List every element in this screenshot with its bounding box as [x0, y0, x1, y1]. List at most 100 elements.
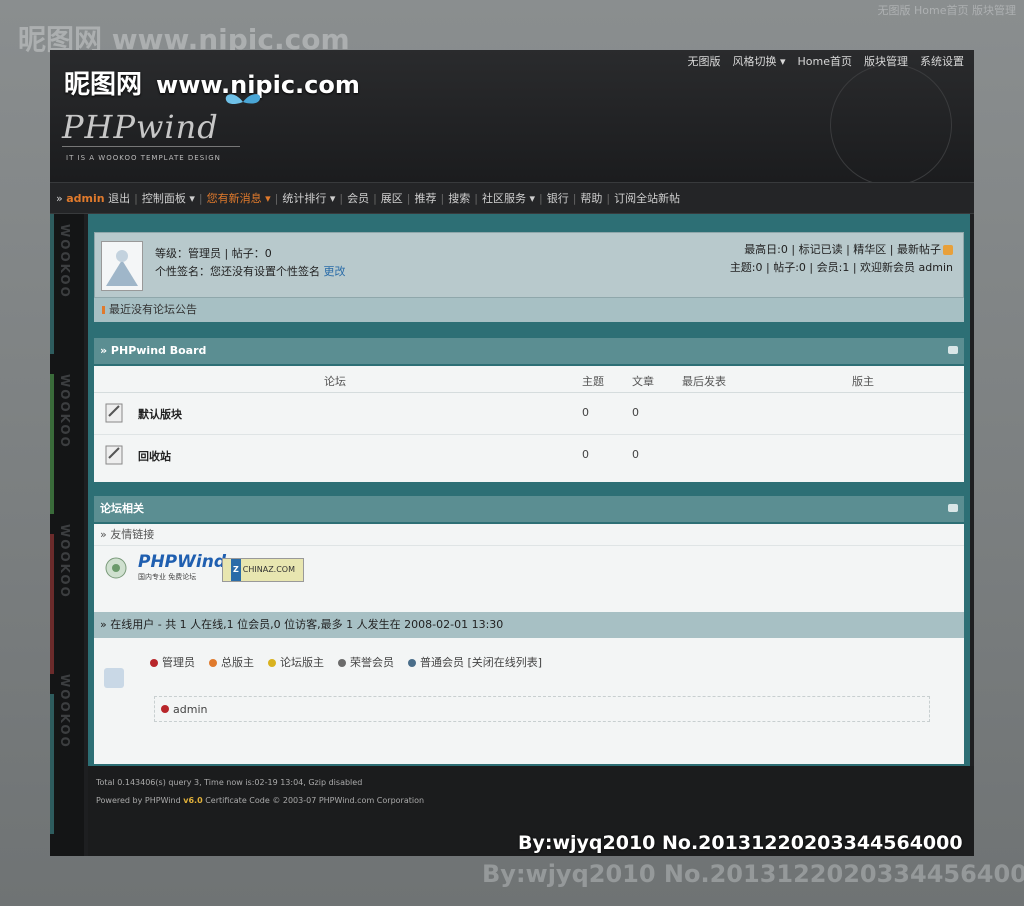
collapse-icon[interactable]	[948, 504, 958, 512]
friend-links: PHPWind 国内专业 免费论坛 Z CHINAZ.COM	[94, 546, 964, 590]
forum-window: 昵图网 www.nipic.com PHPwind IT IS A WOOKOO …	[50, 50, 974, 856]
col-moderator: 版主	[852, 375, 874, 388]
footer-powered-by: Powered by PHPWind v6.0 Certificate Code…	[96, 796, 425, 805]
nav-members[interactable]: 会员	[347, 190, 369, 206]
nav-bank[interactable]: 银行	[547, 190, 569, 206]
sidebar-brand-text: WOOKOO	[58, 524, 72, 599]
top-nav-style-switch[interactable]: 风格切换 ▾	[732, 53, 785, 69]
forum-topic-count: 0	[582, 406, 589, 419]
top-nav-text-mode[interactable]: 无图版	[687, 53, 720, 69]
online-user-list: admin	[154, 696, 930, 722]
nav-subscribe[interactable]: 订阅全站新帖	[614, 190, 680, 206]
background-credit-ghost: By:wjyq2010 No.20131220203344564000	[482, 860, 1024, 888]
col-topics: 主题	[582, 375, 604, 388]
online-users-icon	[104, 668, 124, 688]
links-icon	[105, 557, 127, 579]
sidebar-brand-text: WOOKOO	[58, 674, 72, 749]
phpwind-logo: PHPwind	[62, 108, 219, 146]
sidebar-brand-text: WOOKOO	[58, 374, 72, 449]
phpwind-link-logo[interactable]: PHPWind 国内专业 免费论坛	[138, 552, 226, 582]
forum-topic-count: 0	[582, 448, 589, 461]
legend-regular-member[interactable]: 普通会员 [关闭在线列表]	[408, 654, 542, 670]
forum-stats-line2: 主题:0 | 帖子:0 | 会员:1 | 欢迎新会员 admin	[729, 261, 953, 274]
admin-badge-icon	[161, 705, 169, 713]
table-row: 默认版块 0 0	[94, 394, 964, 435]
announcement-bar: 最近没有论坛公告	[94, 298, 964, 322]
forum-related-panel: » 友情链接 PHPWind 国内专业 免费论坛 Z CHINAZ.COM » 在…	[94, 524, 964, 764]
forum-board-table: 论坛 主题 文章 最后发表 版主 默认版块 0 0 回收站 0 0	[94, 366, 964, 482]
online-users-body: 管理员 总版主 论坛版主 荣誉会员 普通会员 [关闭在线列表] admin	[94, 638, 964, 758]
logo-divider	[62, 146, 240, 147]
nav-stats[interactable]: 统计排行 ▾	[282, 190, 335, 206]
forum-stats-line1: 最高日:0 | 标记已读 | 精华区 | 最新帖子	[744, 241, 953, 257]
left-sidebar: WOOKOO WOOKOO WOOKOO WOOKOO	[50, 214, 84, 856]
logo-tagline: IT IS A WOOKOO TEMPLATE DESIGN	[66, 154, 221, 162]
sidebar-accent-bar	[50, 374, 54, 514]
user-level: 等级：管理员 | 帖子：0	[155, 247, 272, 260]
nipic-watermark: 昵图网 www.nipic.com	[64, 70, 360, 100]
footer-brand-link[interactable]: PHPWind	[145, 796, 181, 805]
top-nav-home[interactable]: Home首页	[798, 53, 852, 69]
announcement-marker-icon	[102, 306, 105, 314]
avatar[interactable]	[101, 241, 143, 291]
nav-user-link[interactable]: admin	[66, 192, 104, 205]
footer-company-link[interactable]: PHPWind.com	[319, 796, 374, 805]
legend-moderator: 论坛版主	[268, 654, 324, 670]
forum-name[interactable]: 默认版块	[138, 406, 182, 422]
nav-new-messages[interactable]: 您有新消息 ▾	[207, 190, 271, 206]
background-menu-ghost: 无图版 Home首页 版块管理	[877, 4, 1016, 17]
header: 昵图网 www.nipic.com PHPwind IT IS A WOOKOO …	[50, 50, 974, 186]
footer-debug-info: Total 0.143406(s) query 3, Time now is:0…	[96, 778, 363, 787]
sidebar-accent-bar	[50, 694, 54, 834]
chinaz-link-logo[interactable]: Z CHINAZ.COM	[222, 558, 304, 582]
nav-showcase[interactable]: 展区	[381, 190, 403, 206]
forum-icon	[105, 403, 123, 423]
image-credit: By:wjyq2010 No.20131220203344564000	[518, 832, 963, 854]
online-user[interactable]: admin	[173, 703, 207, 716]
nav-search[interactable]: 搜索	[448, 190, 470, 206]
forum-post-count: 0	[632, 406, 639, 419]
top-nav-system-settings[interactable]: 系统设置	[920, 53, 964, 69]
board-panel-header: » PHPwind Board	[94, 338, 964, 364]
sidebar-accent-bar	[50, 534, 54, 674]
board-title[interactable]: » PHPwind Board	[100, 344, 206, 357]
top-nav: 无图版 风格切换 ▾ Home首页 版块管理 系统设置	[687, 53, 964, 69]
footer: Total 0.143406(s) query 3, Time now is:0…	[88, 766, 974, 856]
legend-admin: 管理员	[150, 654, 195, 670]
stats-links[interactable]: 最高日:0 | 标记已读 | 精华区 | 最新帖子	[744, 243, 941, 256]
nav-control-panel[interactable]: 控制面板 ▾	[142, 190, 195, 206]
legend-super-moderator: 总版主	[209, 654, 254, 670]
nav-recommend[interactable]: 推荐	[415, 190, 437, 206]
forum-name[interactable]: 回收站	[138, 448, 171, 464]
member-legend: 管理员 总版主 论坛版主 荣誉会员 普通会员 [关闭在线列表]	[150, 654, 542, 670]
nav-logout[interactable]: 退出	[108, 190, 130, 206]
top-nav-board-manage[interactable]: 版块管理	[864, 53, 908, 69]
user-signature: 个性签名：您还没有设置个性签名 更改	[155, 263, 346, 279]
nav-community-services[interactable]: 社区服务 ▾	[482, 190, 535, 206]
col-forum: 论坛	[324, 375, 346, 388]
forum-icon	[105, 445, 123, 465]
rss-icon[interactable]	[943, 245, 953, 255]
friend-links-label: » 友情链接	[94, 524, 964, 546]
sidebar-accent-bar	[50, 214, 54, 354]
signature-edit-link[interactable]: 更改	[324, 265, 346, 278]
table-header: 论坛 主题 文章 最后发表 版主	[94, 366, 964, 393]
signature-text: 个性签名：您还没有设置个性签名	[155, 265, 320, 278]
related-title: 论坛相关	[100, 502, 144, 515]
avatar-placeholder-icon	[102, 242, 142, 290]
main-nav: » admin 退出 | 控制面板 ▾ | 您有新消息 ▾ | 统计排行 ▾ | 会员 |…	[50, 182, 974, 214]
main-content: 等级：管理员 | 帖子：0 个性签名：您还没有设置个性签名 更改 最高日:0 |…	[88, 214, 970, 766]
announcement-text[interactable]: 最近没有论坛公告	[109, 303, 197, 316]
online-users-header: » 在线用户 - 共 1 人在线,1 位会员,0 位访客,最多 1 人发生在 2…	[94, 612, 964, 638]
decorative-circle	[830, 64, 952, 186]
collapse-icon[interactable]	[948, 346, 958, 354]
related-panel-header: 论坛相关	[94, 496, 964, 522]
col-last-post: 最后发表	[682, 375, 726, 388]
sidebar-brand-text: WOOKOO	[58, 224, 72, 299]
forum-post-count: 0	[632, 448, 639, 461]
butterfly-icon	[225, 94, 261, 104]
legend-honor-member: 荣誉会员	[338, 654, 394, 670]
nav-arrow-icon: »	[56, 191, 67, 205]
nav-help[interactable]: 帮助	[580, 190, 602, 206]
user-info-panel: 等级：管理员 | 帖子：0 个性签名：您还没有设置个性签名 更改 最高日:0 |…	[94, 232, 964, 298]
